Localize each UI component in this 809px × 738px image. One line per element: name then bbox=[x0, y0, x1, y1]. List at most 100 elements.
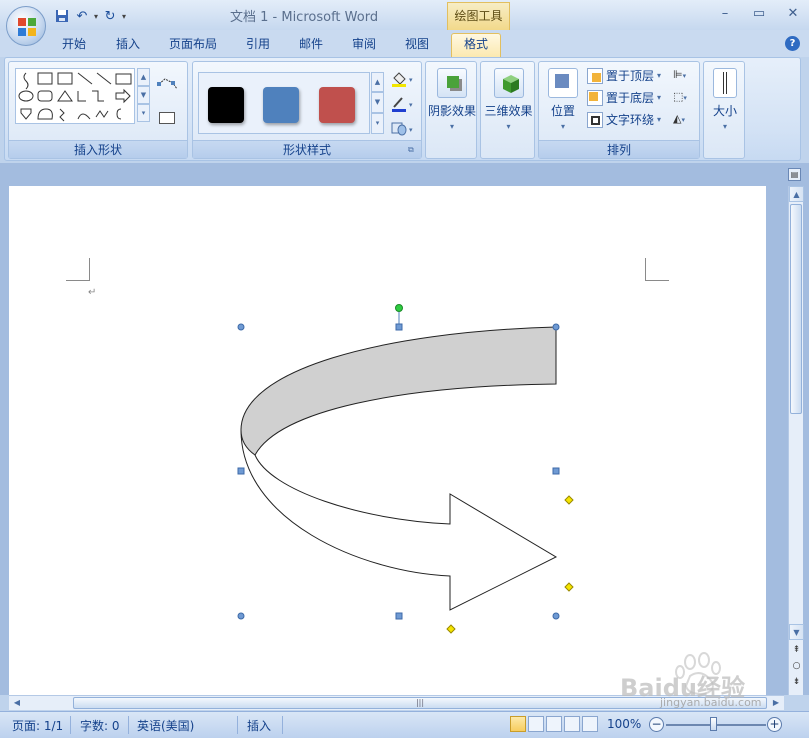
freeform-shape-icon bbox=[23, 72, 29, 90]
size-button[interactable]: 大小 ▾ bbox=[706, 68, 744, 131]
send-to-back-button[interactable]: 置于底层 ▾ bbox=[587, 89, 661, 106]
group-shape-styles-label: 形状样式 bbox=[193, 140, 421, 158]
gallery-more-icon[interactable]: ▾ bbox=[137, 104, 150, 122]
position-icon bbox=[548, 68, 578, 98]
undo-icon[interactable]: ↶ bbox=[74, 8, 90, 24]
maximize-icon[interactable]: ▭ bbox=[749, 4, 769, 24]
status-word-count[interactable]: 字数: 0 bbox=[80, 717, 120, 734]
text-wrapping-dropdown-icon: ▾ bbox=[657, 115, 662, 124]
vertical-scrollbar[interactable]: ▲ ▼ ⇞ ○ ⇟ bbox=[788, 186, 804, 695]
tab-mailings[interactable]: 邮件 bbox=[295, 34, 327, 56]
rotate-icon[interactable]: ◭▾ bbox=[673, 112, 695, 128]
window-title: 文档 1 - Microsoft Word bbox=[230, 10, 379, 25]
change-shape-icon[interactable]: ▾ bbox=[390, 120, 416, 138]
status-language[interactable]: 英语(美国) bbox=[137, 717, 194, 734]
full-screen-reading-icon[interactable] bbox=[528, 716, 544, 732]
shadow-effects-dropdown-icon: ▾ bbox=[449, 122, 454, 131]
scroll-right-icon[interactable]: ▶ bbox=[768, 696, 784, 710]
help-icon[interactable]: ? bbox=[785, 36, 800, 51]
size-label: 大小 bbox=[712, 104, 737, 118]
text-box-shape-icon bbox=[37, 72, 53, 85]
scroll-up-icon[interactable]: ▲ bbox=[789, 186, 804, 202]
tab-review[interactable]: 审阅 bbox=[348, 34, 380, 56]
web-layout-icon[interactable] bbox=[546, 716, 562, 732]
edit-shape-icon[interactable] bbox=[157, 76, 179, 92]
view-ruler-icon[interactable]: ▤ bbox=[788, 168, 801, 181]
scroll-left-icon[interactable]: ◀ bbox=[9, 696, 25, 710]
tab-insert[interactable]: 插入 bbox=[112, 34, 144, 56]
shadow-effects-icon bbox=[437, 68, 467, 98]
tab-references[interactable]: 引用 bbox=[242, 34, 274, 56]
svg-text:▾: ▾ bbox=[409, 126, 413, 134]
send-to-back-dropdown-icon: ▾ bbox=[657, 93, 662, 102]
redo-icon[interactable]: ↻ bbox=[102, 8, 118, 24]
tab-home[interactable]: 开始 bbox=[58, 34, 90, 56]
status-insert-mode[interactable]: 插入 bbox=[247, 717, 271, 734]
3d-effects-label: 三维效果 bbox=[484, 104, 533, 118]
shape-styles-launcher-icon[interactable]: ⧉ bbox=[408, 145, 418, 155]
vertical-scroll-thumb[interactable] bbox=[790, 204, 802, 414]
office-button[interactable] bbox=[6, 6, 46, 46]
bring-to-front-button[interactable]: 置于顶层 ▾ bbox=[587, 67, 661, 84]
style-swatch-blue[interactable] bbox=[263, 87, 299, 123]
3d-effects-icon bbox=[493, 68, 524, 98]
status-page[interactable]: 页面: 1/1 bbox=[12, 717, 63, 734]
bring-to-front-label: 置于顶层 bbox=[606, 69, 655, 83]
select-browse-object-icon[interactable]: ○ bbox=[789, 658, 804, 674]
position-button[interactable]: 位置 ▾ bbox=[543, 68, 583, 131]
rounded-rect-icon bbox=[37, 90, 53, 102]
group-insert-shapes-label: 插入形状 bbox=[9, 140, 187, 158]
shape-outline-icon[interactable]: ▾ bbox=[390, 95, 416, 113]
zoom-slider-knob[interactable] bbox=[710, 717, 717, 731]
position-dropdown-icon: ▾ bbox=[560, 122, 565, 131]
3d-effects-button[interactable]: 三维效果 ▾ bbox=[483, 68, 534, 131]
crop-mark-left bbox=[66, 258, 90, 281]
customize-qat-icon[interactable]: ▾ bbox=[122, 12, 126, 21]
group-shape-styles: ▲ ▼ ▾ ▾ ▾ ▾ 形状样式 ⧉ bbox=[192, 61, 422, 159]
gallery-up-icon[interactable]: ▲ bbox=[137, 68, 150, 86]
baidu-watermark: Baidu经验 jingyan.baidu.com bbox=[620, 650, 770, 710]
align-icon[interactable]: ⊫▾ bbox=[673, 68, 695, 84]
outline-view-icon[interactable] bbox=[564, 716, 580, 732]
vertical-text-box-icon bbox=[57, 72, 73, 85]
scroll-down-icon[interactable]: ▼ bbox=[789, 624, 804, 640]
shadow-effects-button[interactable]: 阴影效果 ▾ bbox=[428, 68, 476, 131]
size-icon bbox=[713, 68, 737, 98]
print-layout-view-icon[interactable] bbox=[510, 716, 526, 732]
text-box-icon[interactable] bbox=[159, 112, 175, 124]
minimize-icon[interactable]: – bbox=[715, 4, 735, 24]
shape-style-gallery bbox=[198, 72, 370, 134]
group-objects-icon[interactable]: ⬚▾ bbox=[673, 90, 695, 106]
next-page-icon[interactable]: ⇟ bbox=[789, 674, 804, 690]
zoom-level[interactable]: 100% bbox=[607, 717, 641, 731]
style-swatch-red[interactable] bbox=[319, 87, 355, 123]
style-gallery-more-icon[interactable]: ▾ bbox=[371, 113, 384, 134]
style-gallery-down-icon[interactable]: ▼ bbox=[371, 92, 384, 113]
bring-to-front-icon bbox=[587, 67, 603, 84]
zoom-in-icon[interactable]: + bbox=[767, 717, 782, 732]
line-shape-icon bbox=[77, 72, 93, 85]
triangle-shape-icon bbox=[57, 90, 73, 102]
text-wrapping-icon bbox=[587, 111, 603, 128]
zoom-out-icon[interactable]: − bbox=[649, 717, 664, 732]
shape-gallery[interactable] bbox=[15, 68, 135, 124]
text-wrapping-button[interactable]: 文字环绕 ▾ bbox=[587, 111, 661, 128]
position-label: 位置 bbox=[550, 104, 575, 118]
paragraph-mark: ↵ bbox=[88, 287, 97, 298]
gallery-down-icon[interactable]: ▼ bbox=[137, 86, 150, 104]
shadow-effects-label: 阴影效果 bbox=[428, 104, 477, 118]
group-3d-effects: 三维效果 ▾ bbox=[480, 61, 535, 159]
style-gallery-up-icon[interactable]: ▲ bbox=[371, 72, 384, 92]
tab-format[interactable]: 格式 bbox=[451, 33, 502, 57]
undo-dropdown-icon[interactable]: ▾ bbox=[94, 12, 98, 21]
save-icon[interactable] bbox=[54, 8, 70, 24]
tab-page-layout[interactable]: 页面布局 bbox=[165, 34, 221, 56]
tab-view[interactable]: 视图 bbox=[401, 34, 433, 56]
arrow-line-icon bbox=[96, 72, 112, 85]
previous-page-icon[interactable]: ⇞ bbox=[789, 642, 804, 658]
close-icon[interactable]: ✕ bbox=[783, 4, 803, 24]
group-insert-shapes: ▲ ▼ ▾ 插入形状 bbox=[8, 61, 188, 159]
draft-view-icon[interactable] bbox=[582, 716, 598, 732]
shape-fill-icon[interactable]: ▾ bbox=[390, 70, 416, 88]
style-swatch-black[interactable] bbox=[208, 87, 244, 123]
